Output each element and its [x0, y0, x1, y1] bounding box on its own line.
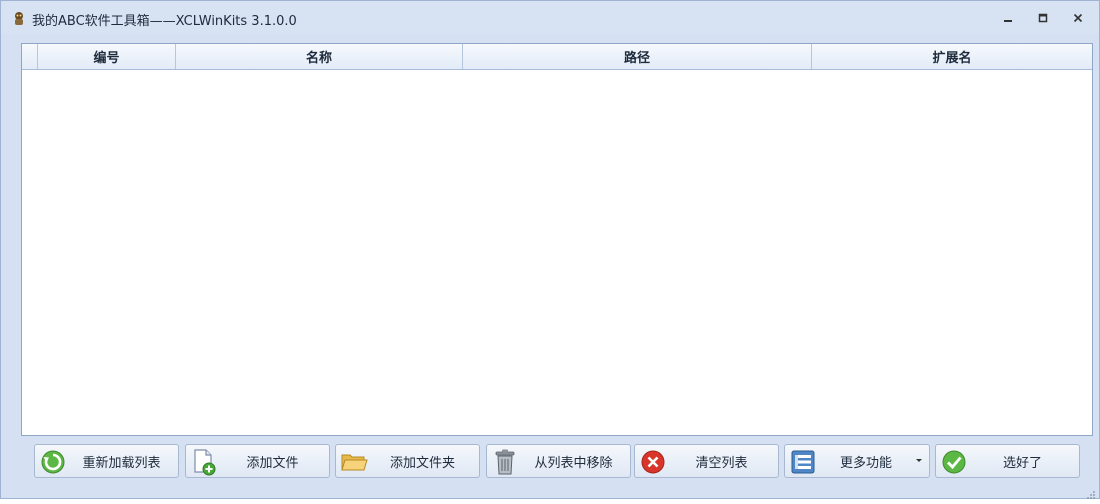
- add-folder-button[interactable]: 添加文件夹: [335, 444, 480, 478]
- window-title: 我的ABC软件工具箱——XCLWinKits 3.1.0.0: [32, 14, 297, 29]
- column-header-extension[interactable]: 扩展名: [812, 44, 1092, 69]
- chevron-down-icon: [916, 459, 922, 462]
- column-header-name[interactable]: 名称: [176, 44, 463, 69]
- reload-icon: [39, 448, 67, 476]
- column-header-id[interactable]: 编号: [38, 44, 176, 69]
- close-button[interactable]: [1065, 7, 1091, 29]
- confirm-selection-label: 选好了: [1002, 455, 1042, 471]
- grid-body[interactable]: [22, 70, 1092, 435]
- confirm-selection-button[interactable]: 选好了: [935, 444, 1080, 478]
- resize-grip-icon[interactable]: [1086, 485, 1096, 499]
- add-file-icon: [190, 448, 218, 476]
- reload-list-label: 重新加载列表: [82, 455, 161, 471]
- remove-from-list-button[interactable]: 从列表中移除: [486, 444, 631, 478]
- minimize-icon: [1004, 20, 1012, 22]
- more-functions-dropdown[interactable]: 更多功能: [784, 444, 930, 478]
- file-list-grid[interactable]: 编号 名称 路径 扩展名: [21, 43, 1093, 436]
- reload-list-button[interactable]: 重新加载列表: [34, 444, 179, 478]
- more-functions-label: 更多功能: [839, 455, 892, 471]
- list-icon: [789, 448, 817, 476]
- grid-header: 编号 名称 路径 扩展名: [22, 44, 1092, 70]
- folder-icon: [340, 448, 368, 476]
- check-icon: [940, 448, 968, 476]
- add-file-label: 添加文件: [246, 455, 299, 471]
- add-file-button[interactable]: 添加文件: [185, 444, 330, 478]
- restore-icon: [1038, 13, 1048, 23]
- column-header-path[interactable]: 路径: [463, 44, 812, 69]
- remove-from-list-label: 从列表中移除: [534, 455, 613, 471]
- clear-icon: [639, 448, 667, 476]
- close-icon: [1073, 13, 1083, 23]
- add-folder-label: 添加文件夹: [389, 455, 455, 471]
- clear-list-label: 清空列表: [695, 455, 748, 471]
- clear-list-button[interactable]: 清空列表: [634, 444, 779, 478]
- app-logo-icon: [12, 10, 26, 25]
- trash-icon: [491, 448, 519, 476]
- row-selector-header[interactable]: [22, 44, 38, 69]
- title-bar[interactable]: 我的ABC软件工具箱——XCLWinKits 3.1.0.0: [1, 1, 1099, 34]
- restore-button[interactable]: [1030, 7, 1056, 29]
- main-window: 我的ABC软件工具箱——XCLWinKits 3.1.0.0 编号 名称 路径 …: [0, 0, 1100, 499]
- minimize-button[interactable]: [995, 7, 1021, 29]
